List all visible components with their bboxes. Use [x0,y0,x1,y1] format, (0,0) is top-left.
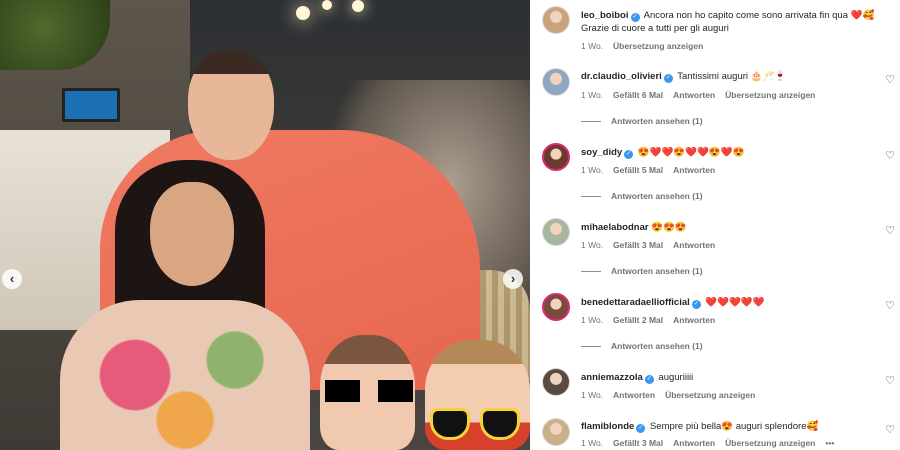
reply-button[interactable]: Antworten [673,90,715,100]
reply-button[interactable]: Antworten [673,240,715,250]
comment-likes[interactable]: Gefällt 6 Mal [613,90,663,100]
comment-likes[interactable]: Gefällt 2 Mal [613,315,663,325]
carousel-prev-button[interactable]: ‹ [2,269,22,289]
photo-woman-face [150,182,234,286]
post-photo: ‹ › [0,0,530,450]
heart-outline-icon[interactable]: ♡ [884,375,896,387]
reply-button[interactable]: Antworten [613,390,655,400]
translate-link[interactable]: Übersetzung anzeigen [613,41,703,51]
avatar[interactable] [542,293,570,321]
verified-badge-icon: ✓ [636,424,646,433]
view-replies-button[interactable]: Antworten ansehen (1) [581,266,703,276]
comment-username[interactable]: flamiblonde [581,421,634,432]
replies-divider [581,121,601,123]
comment-text: Tantissimi auguri 🎂🥂🍷 [677,71,787,82]
comment-time: 1 Wo. [581,438,604,448]
verified-badge-icon: ✓ [624,150,634,159]
translate-link[interactable]: Übersetzung anzeigen [725,438,815,448]
translate-link[interactable]: Übersetzung anzeigen [665,390,755,400]
avatar[interactable] [542,6,570,34]
comments-panel: leo_boiboi ✓ Ancora non ho capito come so… [530,0,900,450]
verified-badge-icon: ✓ [691,300,701,309]
verified-badge-icon: ✓ [663,74,673,83]
comment-time: 1 Wo. [581,90,604,100]
photo-man-head [188,50,274,160]
pixel-sunglasses-sticker [325,380,413,402]
reply-button[interactable]: Antworten [673,165,715,175]
sunglasses-sticker [430,408,524,442]
comment-text: 😍😍😍 [651,222,687,233]
verified-badge-icon: ✓ [644,375,654,384]
photo-lamp [352,0,364,12]
comment-username[interactable]: anniemazzola [581,372,643,383]
comment-time: 1 Wo. [581,41,604,51]
heart-outline-icon[interactable]: ♡ [884,150,896,162]
translate-link[interactable]: Übersetzung anzeigen [725,90,815,100]
comment-time: 1 Wo. [581,390,604,400]
comment-text: ❤️❤️❤️❤️❤️ [705,297,765,308]
comment-username[interactable]: leo_boiboi [581,10,629,21]
reply-button[interactable]: Antworten [673,438,715,448]
heart-outline-icon[interactable]: ♡ [884,424,896,436]
heart-outline-icon[interactable]: ♡ [884,74,896,86]
comment-username[interactable]: mihaelabodnar [581,222,649,233]
comment-text: 😍❤️❤️😍❤️❤️😍❤️😍 [637,147,745,158]
view-replies-button[interactable]: Antworten ansehen (1) [581,116,703,126]
avatar[interactable] [542,218,570,246]
replies-divider [581,346,601,348]
verified-badge-icon: ✓ [630,13,640,22]
comment-text: auguriiiii [658,372,694,383]
comment-text: Sempre più bella😍 auguri splendore🥰 [649,421,819,432]
replies-divider [581,271,601,273]
photo-lamp [296,6,310,20]
heart-outline-icon[interactable]: ♡ [884,225,896,237]
reply-button[interactable]: Antworten [673,315,715,325]
avatar[interactable] [542,143,570,171]
comment-username[interactable]: soy_didy [581,147,622,158]
comment-username[interactable]: benedettaradaelliofficial [581,297,690,308]
carousel-next-button[interactable]: › [503,269,523,289]
photo-monitor [62,88,120,122]
view-replies-button[interactable]: Antworten ansehen (1) [581,191,703,201]
comment-time: 1 Wo. [581,165,604,175]
heart-outline-icon[interactable]: ♡ [884,300,896,312]
comment-time: 1 Wo. [581,240,604,250]
replies-divider [581,196,601,198]
photo-lamp [322,0,332,10]
avatar[interactable] [542,68,570,96]
more-options-icon[interactable]: ••• [825,438,834,448]
comment-likes[interactable]: Gefällt 3 Mal [613,438,663,448]
comment-likes[interactable]: Gefällt 3 Mal [613,240,663,250]
comment-likes[interactable]: Gefällt 5 Mal [613,165,663,175]
comment-time: 1 Wo. [581,315,604,325]
comment-username[interactable]: dr.claudio_olivieri [581,71,662,82]
photo-woman-dress [60,300,310,450]
avatar[interactable] [542,368,570,396]
avatar[interactable] [542,418,570,446]
view-replies-button[interactable]: Antworten ansehen (1) [581,341,703,351]
